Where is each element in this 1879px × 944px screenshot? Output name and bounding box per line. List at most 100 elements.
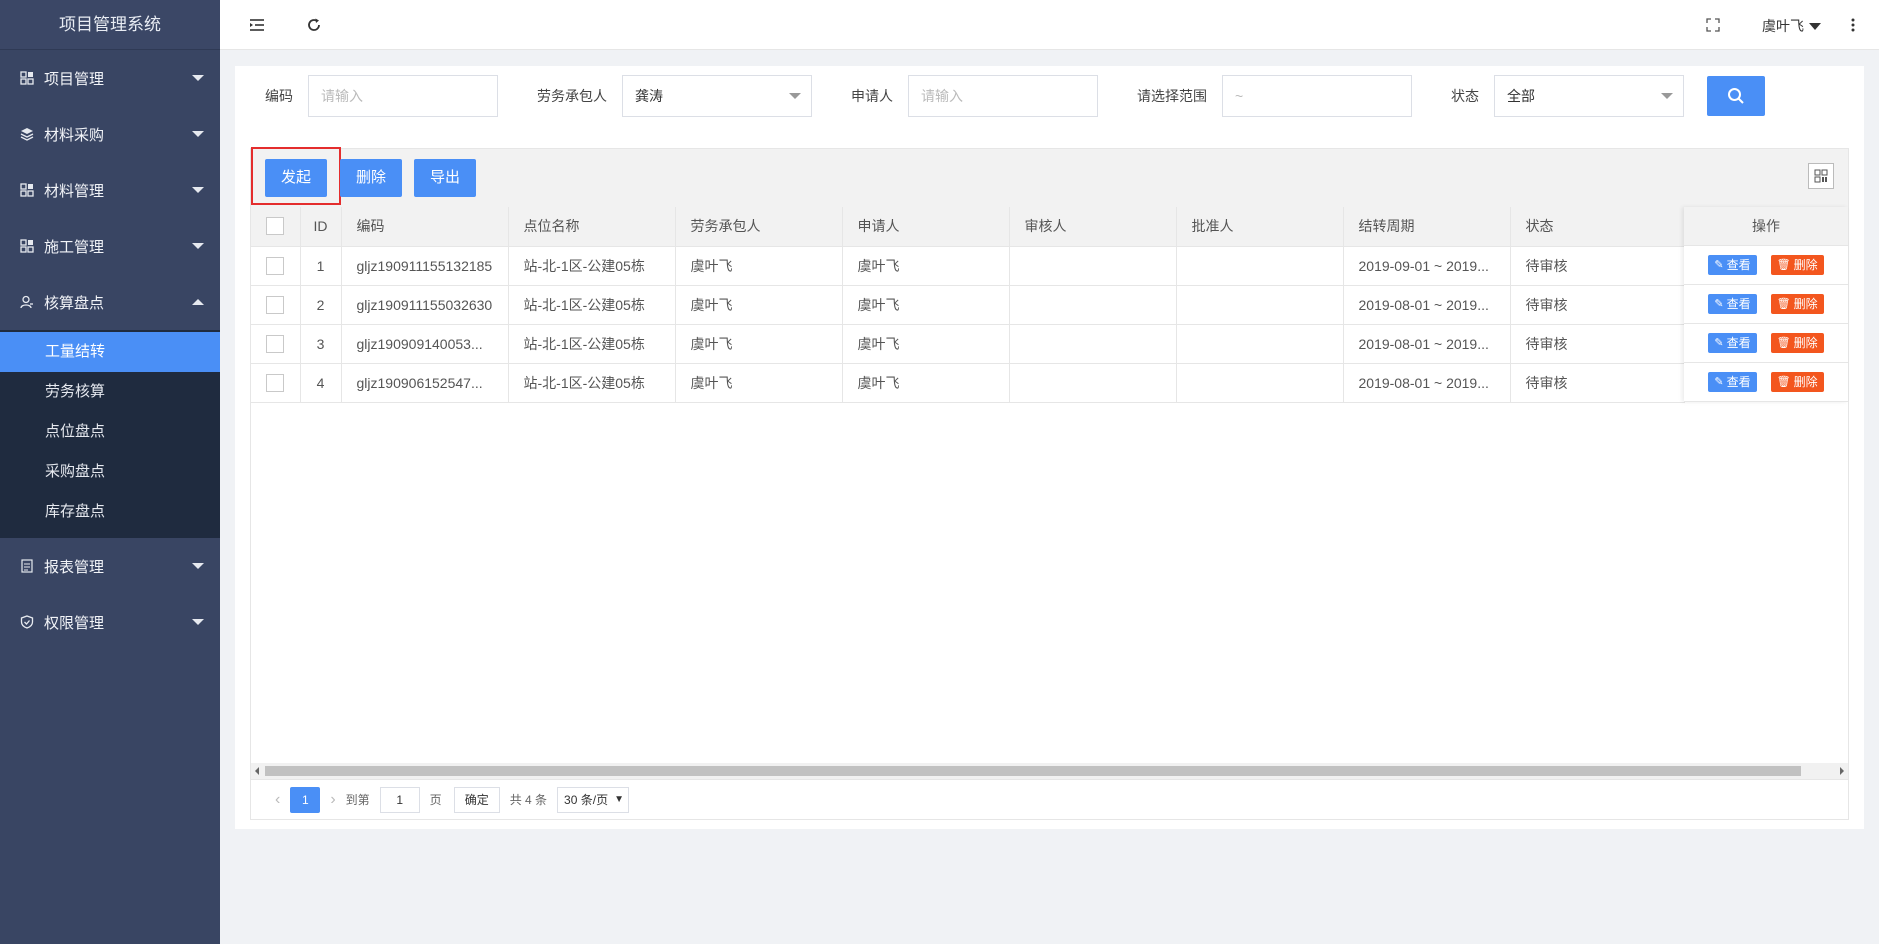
col-header-contractor[interactable]: 劳务承包人 [675,207,843,247]
current-page[interactable]: 1 [290,786,321,813]
code-input[interactable]: 请输入 [308,75,498,117]
row-checkbox[interactable] [251,363,301,403]
sidebar-item-reports[interactable]: 报表管理 [0,538,220,594]
scroll-right-icon[interactable] [1840,767,1844,775]
cell-status[interactable]: 待审核 [1510,324,1685,364]
row-checkbox[interactable] [251,246,301,286]
scroll-left-icon[interactable] [255,767,259,775]
more-vertical-icon[interactable] [1844,16,1862,34]
cell-id: 2 [300,285,342,325]
chevron-down-icon [192,563,204,569]
code-label: 编码 [265,88,293,104]
cell-status[interactable]: 待审核 [1510,285,1685,325]
edit-icon: ✎ [1714,337,1724,349]
sidebar-item-purchase[interactable]: 材料采购 [0,106,220,162]
cell-applicant: 虞叶飞 [842,285,1010,325]
contractor-label: 劳务承包人 [537,88,607,104]
top-header: 虞叶飞 [220,0,1879,50]
cell-status[interactable]: 待审核 [1510,363,1685,403]
horizontal-scrollbar[interactable] [251,763,1848,779]
col-header-id[interactable]: ID [300,207,342,247]
page-size-select[interactable]: 30 条/页 ▼ [557,786,629,813]
sidebar-item-label: 核算盘点 [44,294,105,312]
layers-icon [20,127,34,141]
sidebar-subitem-labor-accounting[interactable]: 劳务核算 [0,372,220,412]
prev-page-icon[interactable]: ‹ [275,791,280,809]
export-button[interactable]: 导出 [414,159,476,197]
col-header-reviewer[interactable]: 审核人 [1009,207,1177,247]
scroll-thumb[interactable] [265,766,1801,776]
col-header-applicant[interactable]: 申请人 [842,207,1010,247]
goto-confirm-button[interactable]: 确定 [453,786,500,813]
table-row[interactable]: 2 gljz190911155032630 站-北-1区-公建05栋 虞叶飞 虞… [251,285,1685,325]
total-count: 共 4 条 [509,793,548,807]
status-select[interactable]: 全部 [1494,75,1684,117]
user-icon [20,295,34,309]
sidebar-item-project[interactable]: 项目管理 [0,50,220,106]
delete-row-button[interactable]: 🗑 删除 [1770,294,1824,314]
view-button[interactable]: ✎ 查看 [1708,333,1757,353]
table-row[interactable]: 1 gljz190911155132185 站-北-1区-公建05栋 虞叶飞 虞… [251,246,1685,286]
delete-label: 删除 [1793,258,1818,272]
edit-icon: ✎ [1714,298,1724,310]
sidebar: 项目管理系统 项目管理 材料采购 材料管理 施工管理 核算盘点 工量结转 劳务核… [0,0,220,944]
sidebar-item-materials[interactable]: 材料管理 [0,162,220,218]
select-all-checkbox[interactable] [251,207,301,247]
cell-site: 站-北-1区-公建05栋 [508,285,676,325]
goto-page-input[interactable]: 1 [379,786,420,813]
view-button[interactable]: ✎ 查看 [1708,372,1757,392]
start-button[interactable]: 发起 [265,159,327,197]
col-header-code[interactable]: 编码 [341,207,509,247]
sidebar-item-label: 权限管理 [44,614,105,632]
col-header-period[interactable]: 结转周期 [1343,207,1511,247]
applicant-input[interactable]: 请输入 [908,75,1098,117]
view-label: 查看 [1726,336,1751,350]
next-page-icon[interactable]: › [330,791,335,809]
chevron-down-icon [192,187,204,193]
col-header-actions: 操作 [1684,207,1848,246]
range-picker[interactable]: ~ [1222,75,1412,117]
cell-contractor: 虞叶飞 [675,363,843,403]
delete-row-button[interactable]: 🗑 删除 [1770,255,1824,275]
view-button[interactable]: ✎ 查看 [1708,294,1757,314]
delete-row-button[interactable]: 🗑 删除 [1770,372,1824,392]
sidebar-item-construction[interactable]: 施工管理 [0,218,220,274]
col-header-status[interactable]: 状态 [1510,207,1685,247]
search-button[interactable] [1707,76,1765,116]
menu-fold-icon[interactable] [248,16,266,34]
sidebar-item-label: 项目管理 [44,70,105,88]
cell-period: 2019-08-01 ~ 2019... [1343,363,1511,403]
cell-period: 2019-08-01 ~ 2019... [1343,324,1511,364]
fullscreen-icon[interactable] [1704,16,1722,34]
user-menu[interactable]: 虞叶飞 [1762,16,1821,36]
cell-code: gljz190911155132185 [341,246,509,286]
contractor-select[interactable]: 龚涛 [622,75,812,117]
row-checkbox[interactable] [251,285,301,325]
table-row[interactable]: 3 gljz190909140053... 站-北-1区-公建05栋 虞叶飞 虞… [251,324,1685,364]
range-label: 请选择范围 [1137,88,1207,104]
column-settings-icon[interactable] [1808,163,1834,189]
sidebar-subitem-workload-transfer[interactable]: 工量结转 [0,332,220,372]
refresh-icon[interactable] [305,16,323,34]
view-button[interactable]: ✎ 查看 [1708,255,1757,275]
sidebar-subitem-point-inventory[interactable]: 点位盘点 [0,412,220,452]
sidebar-item-accounting[interactable]: 核算盘点 [0,274,220,330]
sidebar-subitem-purchase-inventory[interactable]: 采购盘点 [0,452,220,492]
cell-status[interactable]: 待审核 [1510,246,1685,286]
col-header-approver[interactable]: 批准人 [1176,207,1344,247]
delete-button[interactable]: 删除 [340,159,402,197]
chevron-down-icon [1661,93,1673,99]
delete-row-button[interactable]: 🗑 删除 [1770,333,1824,353]
apps-icon [20,71,34,85]
sidebar-item-permissions[interactable]: 权限管理 [0,594,220,650]
sidebar-subitem-stock-inventory[interactable]: 库存盘点 [0,492,220,532]
operations-column: 操作 ✎ 查看 🗑 删除 ✎ 查看 🗑 删除 ✎ 查看 🗑 删除 ✎ 查看 🗑 删除 [1684,207,1848,402]
cell-code: gljz190911155032630 [341,285,509,325]
actions-row: ✎ 查看 🗑 删除 [1684,246,1848,285]
sidebar-item-label: 报表管理 [44,558,105,576]
report-icon [20,559,34,573]
toolbar: 发起 删除 导出 [251,147,1848,207]
col-header-site[interactable]: 点位名称 [508,207,676,247]
row-checkbox[interactable] [251,324,301,364]
table-row[interactable]: 4 gljz190906152547... 站-北-1区-公建05栋 虞叶飞 虞… [251,363,1685,403]
